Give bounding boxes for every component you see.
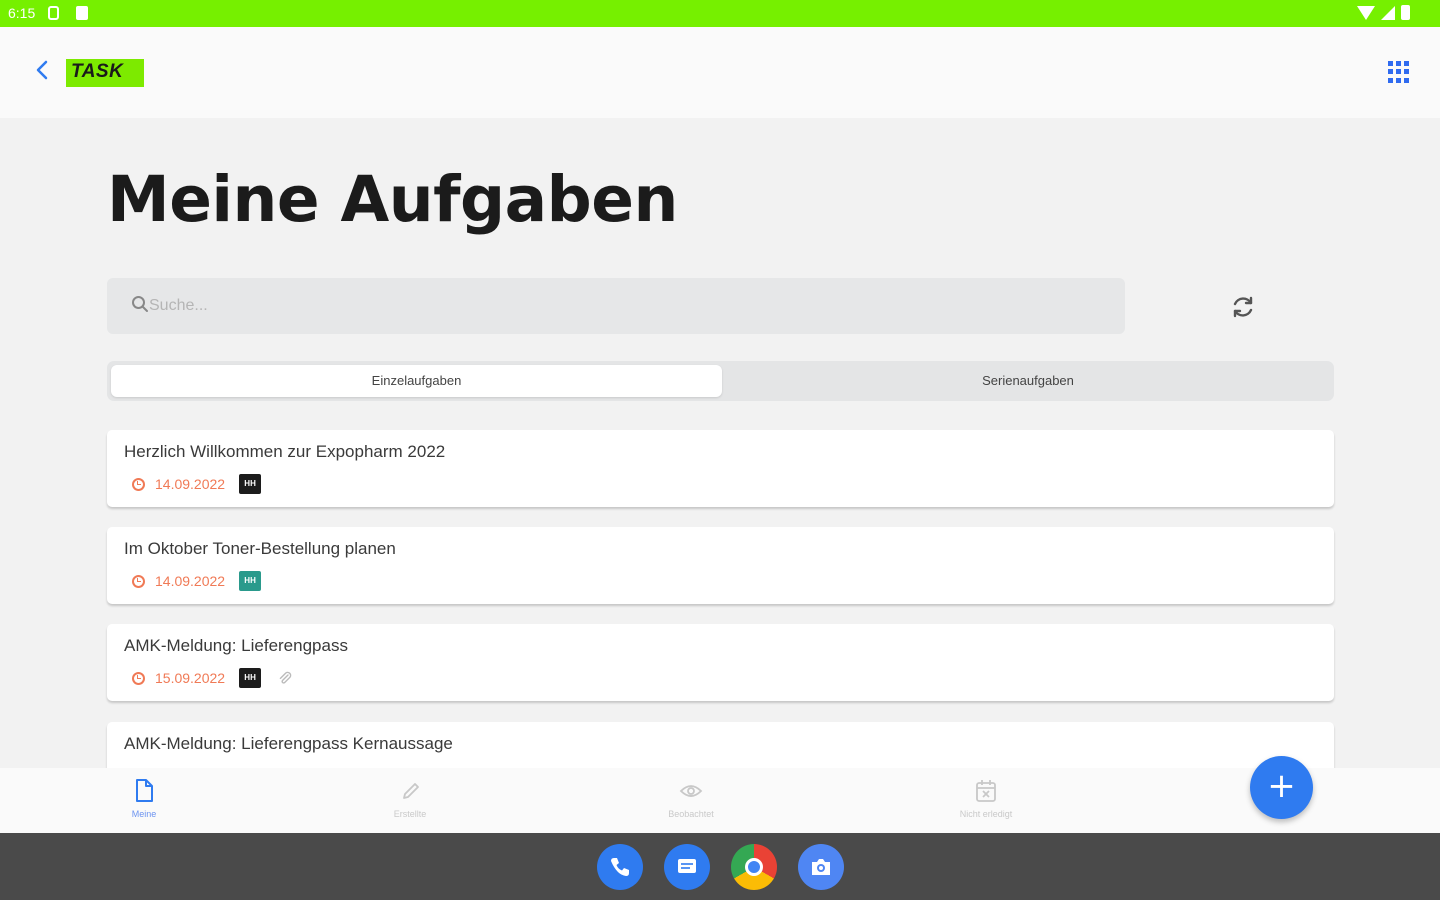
paperclip-icon [279, 671, 292, 684]
nav-label: Meine [131, 809, 157, 819]
nav-item-meine[interactable]: Meine [84, 778, 204, 819]
task-date: 14.09.2022 [155, 573, 226, 589]
task-card[interactable]: Herzlich Willkommen zur Expopharm 2022 1… [107, 430, 1334, 507]
wifi-icon [1357, 5, 1375, 20]
task-meta: 14.09.2022 HH [132, 571, 262, 591]
nav-item-erstellte[interactable]: Erstellte [350, 778, 470, 819]
sim-icon [48, 6, 59, 20]
battery-icon [1401, 5, 1410, 20]
messages-app-icon[interactable] [664, 844, 710, 890]
eye-icon [679, 785, 703, 797]
search-box[interactable] [107, 278, 1125, 334]
apps-grid-icon[interactable] [1388, 61, 1410, 83]
nav-item-nicht-erledigt[interactable]: Nicht erledigt [926, 778, 1046, 819]
task-type-tabs: Einzelaufgaben Serienaufgaben [107, 361, 1334, 401]
refresh-icon[interactable] [1228, 292, 1258, 322]
task-title: AMK-Meldung: Lieferengpass Kernaussage [124, 734, 453, 753]
system-dock [0, 833, 1440, 900]
assignee-avatar: HH [239, 668, 262, 688]
pencil-icon [403, 783, 419, 799]
tab-serienaufgaben[interactable]: Serienaufgaben [722, 365, 1334, 397]
status-bar: 6:15 [0, 0, 1440, 27]
search-input[interactable] [149, 278, 1099, 334]
assignee-avatar: HH [239, 474, 262, 494]
add-task-button[interactable]: + [1250, 756, 1313, 819]
status-time: 6:15 [8, 5, 36, 21]
assignee-avatar: HH [239, 571, 262, 591]
task-meta: 15.09.2022 HH [132, 668, 293, 688]
task-card[interactable]: AMK-Meldung: Lieferengpass 15.09.2022 HH [107, 624, 1334, 701]
task-date: 14.09.2022 [155, 476, 226, 492]
tab-einzelaufgaben[interactable]: Einzelaufgaben [111, 365, 722, 397]
page-title: Meine Aufgaben [107, 163, 678, 236]
bottom-nav: Meine Erstellte Beobachtet Nicht erledig… [0, 768, 1440, 833]
app-header: TASK [0, 27, 1440, 118]
nav-label: Erstellte [393, 809, 427, 819]
document-icon [136, 779, 153, 802]
chrome-app-icon[interactable] [731, 844, 777, 890]
task-title: AMK-Meldung: Lieferengpass [124, 636, 348, 655]
clock-icon [132, 574, 145, 588]
task-date: 15.09.2022 [155, 670, 226, 686]
nav-item-beobachtet[interactable]: Beobachtet [631, 778, 751, 819]
app-logo: TASK [66, 59, 144, 87]
nav-label: Beobachtet [668, 809, 714, 819]
nav-label: Nicht erledigt [959, 809, 1013, 819]
chevron-left-icon[interactable] [30, 57, 56, 83]
sdcard-icon [76, 6, 88, 20]
clock-icon [132, 477, 145, 491]
task-title: Im Oktober Toner-Bestellung planen [124, 539, 396, 558]
task-meta: 14.09.2022 HH [132, 474, 262, 494]
calendar-x-icon [976, 780, 996, 802]
clock-icon [132, 671, 145, 685]
camera-app-icon[interactable] [798, 844, 844, 890]
task-card[interactable]: Im Oktober Toner-Bestellung planen 14.09… [107, 527, 1334, 604]
signal-icon [1381, 5, 1395, 20]
phone-app-icon[interactable] [597, 844, 643, 890]
task-title: Herzlich Willkommen zur Expopharm 2022 [124, 442, 446, 461]
search-icon [132, 296, 148, 312]
